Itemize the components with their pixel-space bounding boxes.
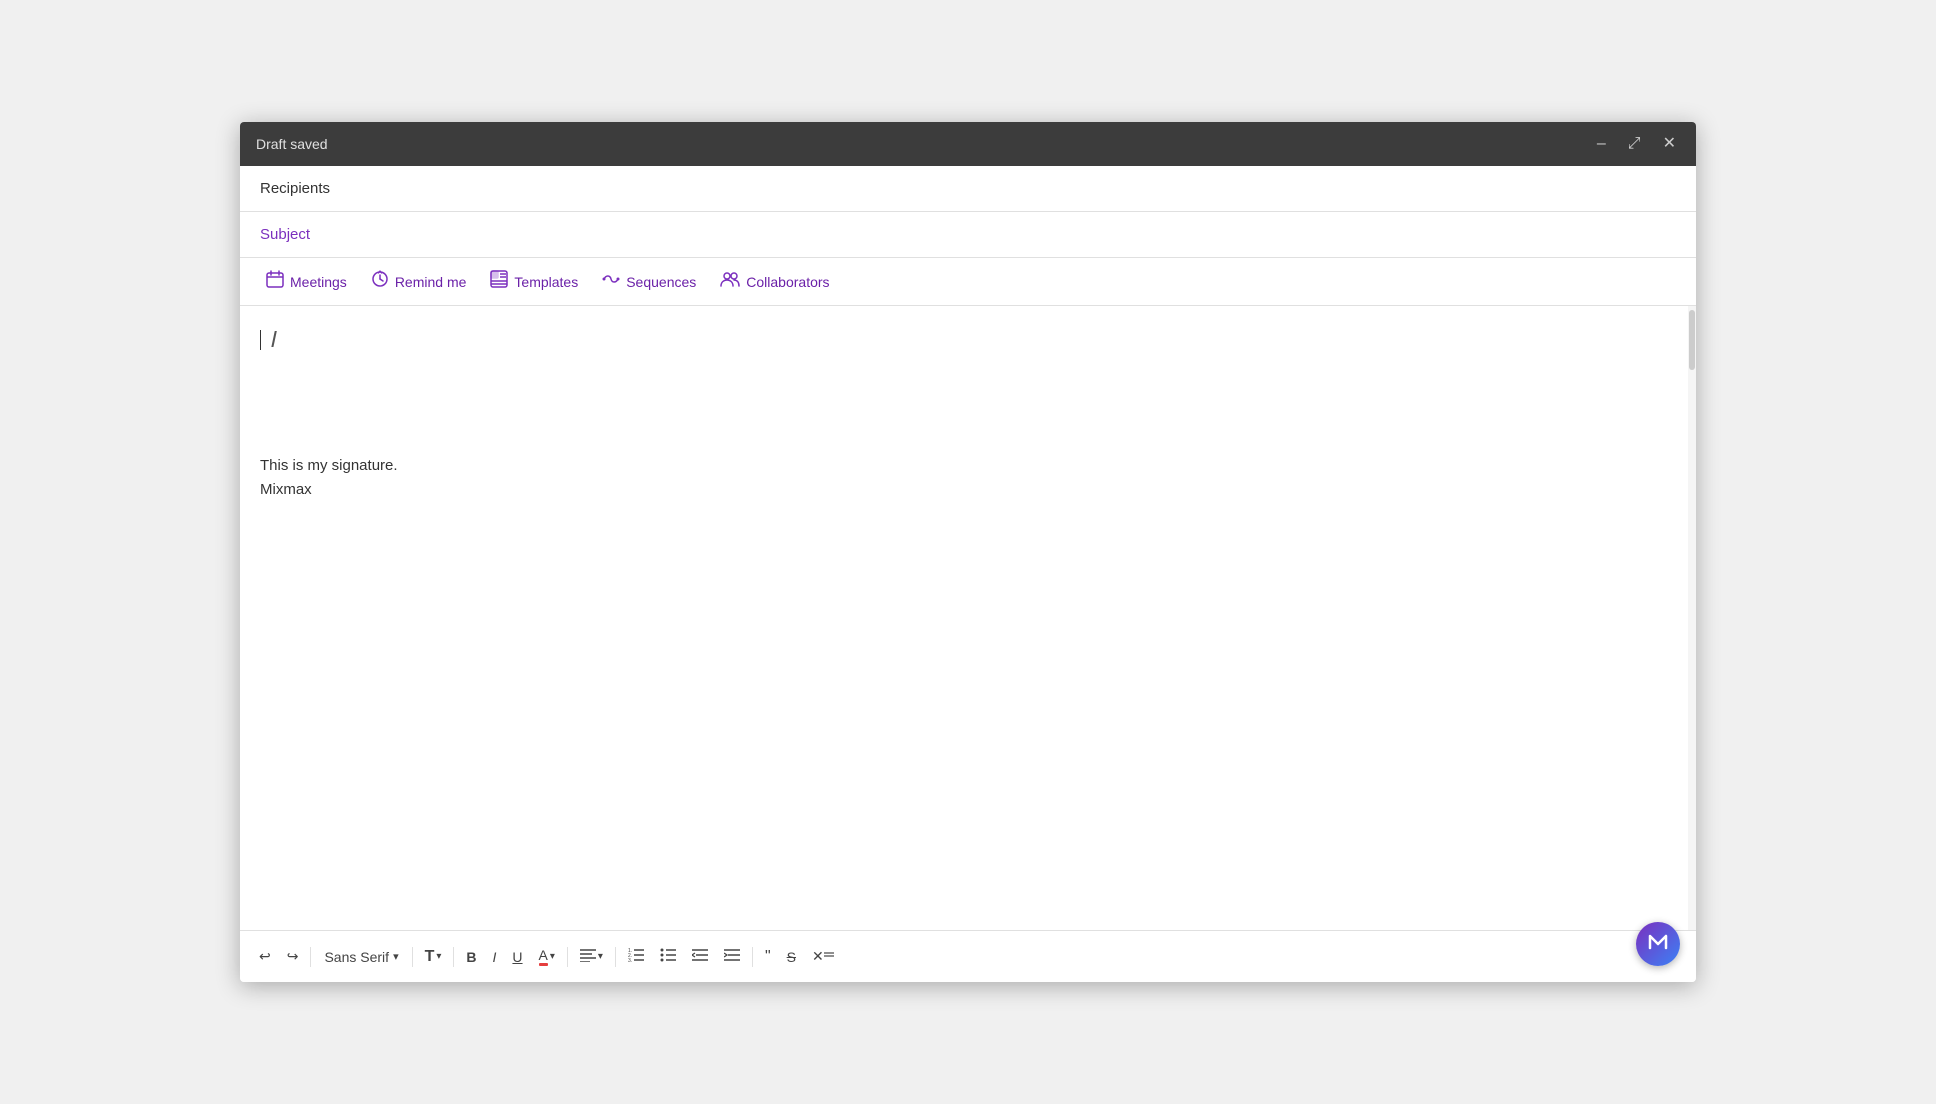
blockquote-button[interactable]: " xyxy=(758,942,778,972)
font-color-button[interactable]: A ▾ xyxy=(532,941,562,972)
blockquote-icon: " xyxy=(765,948,771,966)
draft-status: Draft saved xyxy=(256,136,328,152)
separator-3 xyxy=(453,947,454,967)
sequences-button[interactable]: Sequences xyxy=(592,264,706,299)
redo-button[interactable]: ↪ xyxy=(280,942,306,971)
meetings-button[interactable]: Meetings xyxy=(256,264,357,299)
indent-increase-button[interactable] xyxy=(717,942,747,971)
remind-me-label: Remind me xyxy=(395,274,467,290)
ordered-list-button[interactable]: 1. 2. 3. xyxy=(621,942,651,971)
separator-1 xyxy=(310,947,311,967)
compose-toolbar: Meetings Remind me xyxy=(240,258,1696,306)
unordered-list-icon xyxy=(660,948,676,965)
meetings-label: Meetings xyxy=(290,274,347,290)
font-color-icon: A xyxy=(539,947,548,966)
indent-decrease-icon xyxy=(692,948,708,965)
font-family-chevron: ▾ xyxy=(393,950,399,963)
remind-me-button[interactable]: Remind me xyxy=(361,264,477,299)
undo-icon: ↩ xyxy=(259,948,271,965)
ordered-list-icon: 1. 2. 3. xyxy=(628,948,644,965)
undo-button[interactable]: ↩ xyxy=(252,942,278,971)
separator-2 xyxy=(412,947,413,967)
compose-window: Draft saved – ⤢ ✕ Recipients Subject Mee… xyxy=(240,122,1696,982)
separator-5 xyxy=(615,947,616,967)
mixmax-fab-icon xyxy=(1646,930,1670,959)
scrollbar-track[interactable] xyxy=(1688,306,1696,930)
scrollbar-thumb[interactable] xyxy=(1689,310,1695,370)
templates-label: Templates xyxy=(514,274,578,290)
bold-icon: B xyxy=(466,949,476,965)
body-spacer xyxy=(260,354,1676,414)
text-align-button[interactable]: ▾ xyxy=(573,942,610,971)
clear-format-lines xyxy=(824,950,834,963)
remind-me-icon xyxy=(371,270,389,293)
separator-4 xyxy=(567,947,568,967)
templates-button[interactable]: Templates xyxy=(480,264,588,299)
underline-button[interactable]: U xyxy=(505,943,529,971)
mixmax-fab-button[interactable] xyxy=(1636,922,1680,966)
italic-icon: I xyxy=(493,949,497,965)
signature-line2: Mixmax xyxy=(260,478,1676,502)
strikethrough-icon: S xyxy=(787,949,796,965)
i-beam-cursor: 𝐼 xyxy=(271,327,277,353)
italic-button[interactable]: I xyxy=(486,943,504,971)
collaborators-label: Collaborators xyxy=(746,274,829,290)
indent-decrease-button[interactable] xyxy=(685,942,715,971)
clear-format-button[interactable]: ✕ xyxy=(805,942,841,971)
minimize-button[interactable]: – xyxy=(1593,134,1610,154)
subject-row[interactable]: Subject xyxy=(240,212,1696,258)
window-controls: – ⤢ ✕ xyxy=(1593,134,1680,154)
font-color-chevron: ▾ xyxy=(550,951,555,962)
cursor-line: 𝐼 xyxy=(260,326,1676,354)
color-underline xyxy=(539,963,548,966)
formatting-bar: ↩ ↪ Sans Serif ▾ T ▾ B I U A xyxy=(240,930,1696,982)
sequences-icon xyxy=(602,270,620,293)
font-family-value: Sans Serif xyxy=(324,949,389,965)
collaborators-button[interactable]: Collaborators xyxy=(710,264,839,299)
font-size-chevron: ▾ xyxy=(436,951,441,962)
meetings-icon xyxy=(266,270,284,293)
titlebar: Draft saved – ⤢ ✕ xyxy=(240,122,1696,166)
font-size-button[interactable]: T ▾ xyxy=(418,942,449,972)
separator-6 xyxy=(752,947,753,967)
underline-icon: U xyxy=(512,949,522,965)
bold-button[interactable]: B xyxy=(459,943,483,971)
redo-icon: ↪ xyxy=(287,948,299,965)
svg-text:3.: 3. xyxy=(628,958,632,962)
recipients-row[interactable]: Recipients xyxy=(240,166,1696,212)
sequences-label: Sequences xyxy=(626,274,696,290)
email-body[interactable]: 𝐼 This is my signature. Mixmax xyxy=(240,306,1696,930)
font-size-icon: T xyxy=(425,948,435,966)
signature-area: This is my signature. Mixmax xyxy=(260,454,1676,502)
collaborators-icon xyxy=(720,270,740,293)
font-color-letter: A xyxy=(539,947,548,963)
signature-line1: This is my signature. xyxy=(260,454,1676,478)
resize-button[interactable]: ⤢ xyxy=(1624,134,1645,154)
subject-label: Subject xyxy=(260,226,310,243)
templates-icon xyxy=(490,270,508,293)
recipients-label: Recipients xyxy=(260,180,330,197)
align-chevron: ▾ xyxy=(598,951,603,962)
clear-format-icon: ✕ xyxy=(812,948,824,965)
unordered-list-button[interactable] xyxy=(653,942,683,971)
strikethrough-button[interactable]: S xyxy=(780,943,803,971)
close-button[interactable]: ✕ xyxy=(1659,134,1680,154)
email-body-area: 𝐼 This is my signature. Mixmax xyxy=(240,306,1696,930)
align-icon xyxy=(580,948,596,965)
indent-increase-icon xyxy=(724,948,740,965)
text-cursor xyxy=(260,330,261,350)
font-family-selector[interactable]: Sans Serif ▾ xyxy=(316,945,406,969)
